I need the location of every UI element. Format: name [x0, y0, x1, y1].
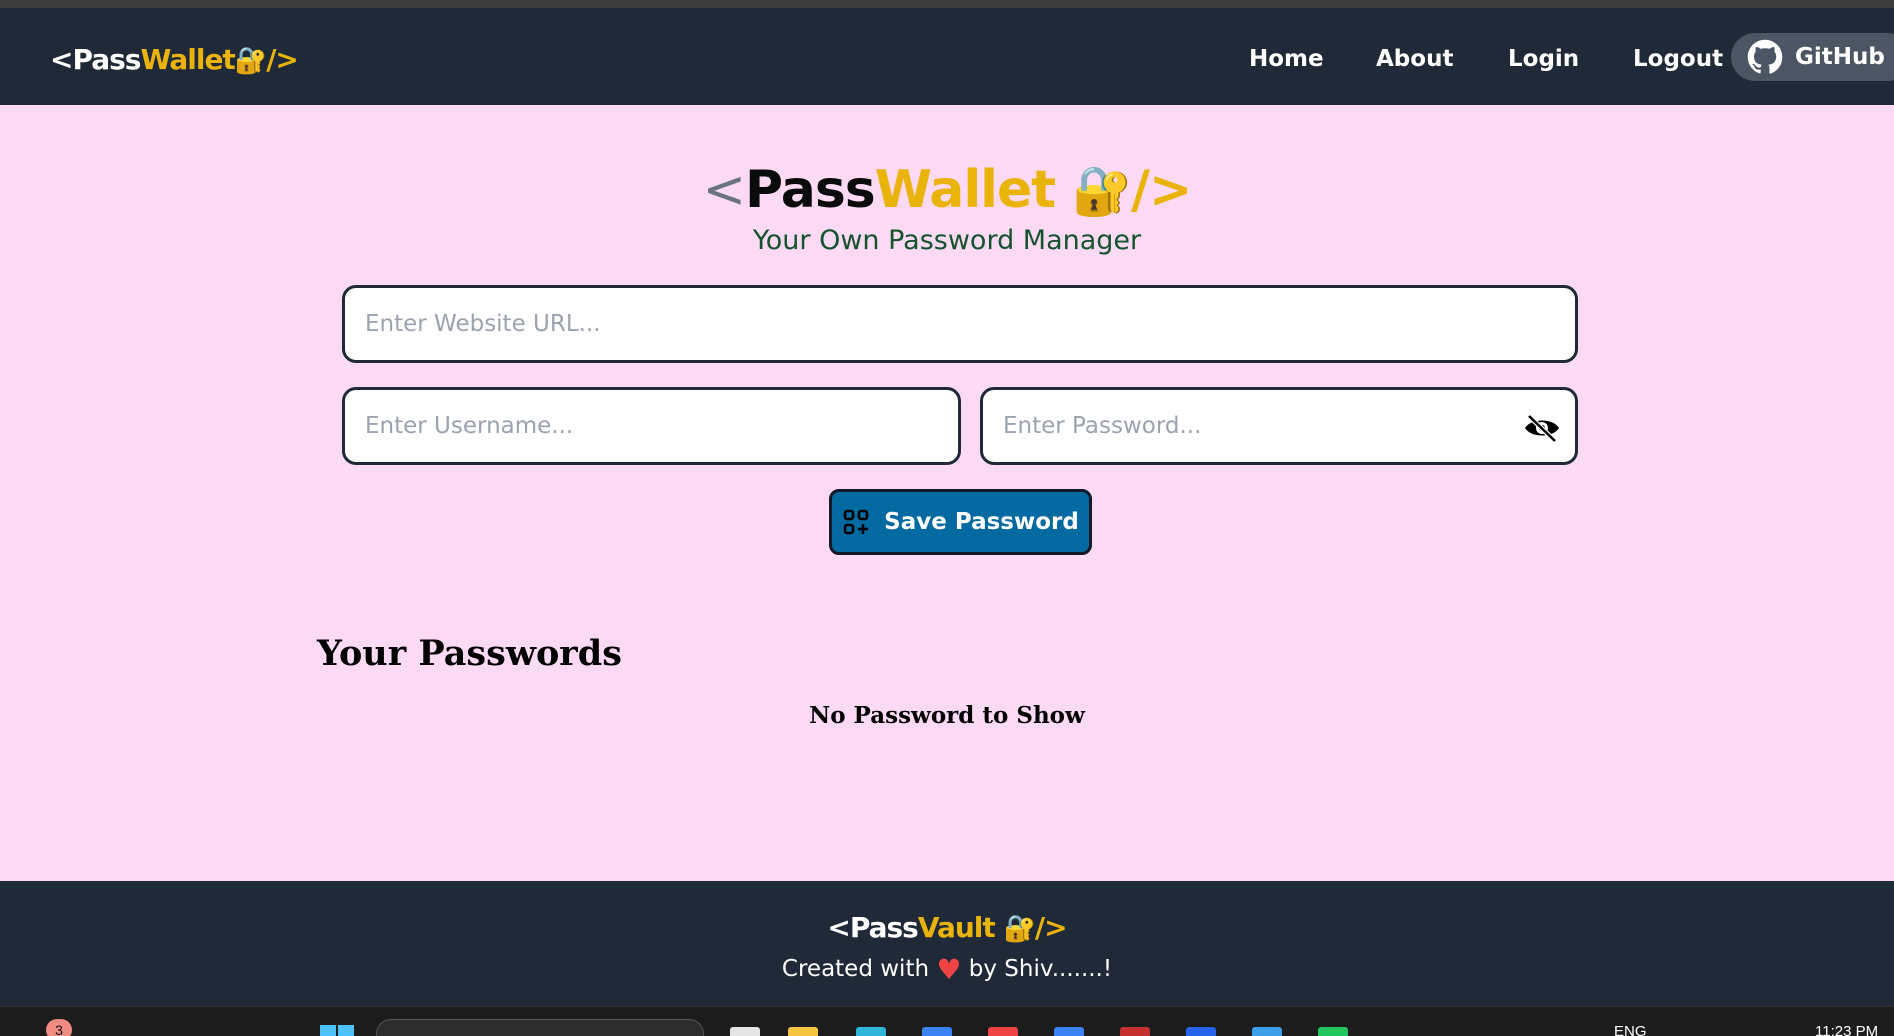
taskbar-search-box[interactable] — [376, 1019, 704, 1036]
taskbar-app-icon[interactable] — [1054, 1027, 1084, 1036]
system-clock[interactable]: 11:23 PM — [1815, 1023, 1878, 1036]
github-label: GitHub — [1795, 44, 1885, 70]
footer: <PassVault 🔐/> Created with ♥ by Shiv...… — [0, 881, 1894, 1006]
save-password-label: Save Password — [884, 509, 1079, 535]
logo-bracket-close: /> — [266, 43, 299, 76]
website-url-input[interactable] — [342, 285, 1578, 363]
page-title: <PassWallet 🔐/> — [0, 160, 1894, 220]
heart-icon: ♥ — [936, 953, 962, 986]
title-bracket-open: < — [702, 160, 746, 220]
eye-off-icon[interactable] — [1523, 413, 1561, 443]
taskbar-app-icon[interactable] — [922, 1027, 952, 1036]
nav-about-link[interactable]: About — [1376, 46, 1453, 72]
username-input[interactable] — [342, 387, 961, 465]
password-input[interactable] — [980, 387, 1578, 465]
chrome-browser-icon[interactable] — [988, 1027, 1018, 1036]
vscode-icon[interactable] — [1252, 1027, 1282, 1036]
footer-credit: Created with ♥ by Shiv.......! — [0, 953, 1894, 986]
browser-top-strip — [0, 0, 1894, 8]
notification-badge[interactable]: 3 — [46, 1019, 72, 1036]
logo-pass-text: Pass — [72, 43, 141, 76]
save-password-button[interactable]: Save Password — [829, 489, 1092, 555]
footer-lock-key-icon: 🔐 — [1003, 914, 1036, 944]
logo-bracket-open: < — [50, 43, 73, 76]
footer-vault-text: Vault — [917, 911, 996, 944]
navbar: <PassWallet🔐/> Home About Login Logout G… — [0, 8, 1894, 105]
title-lock-key-icon: 🔐 — [1072, 163, 1132, 219]
whatsapp-icon[interactable] — [1318, 1027, 1348, 1036]
github-button[interactable]: GitHub — [1731, 33, 1894, 81]
navbar-logo[interactable]: <PassWallet🔐/> — [50, 43, 299, 76]
nav-logout-link[interactable]: Logout — [1633, 46, 1723, 72]
empty-passwords-message: No Password to Show — [809, 702, 1085, 729]
add-grid-icon — [843, 509, 869, 535]
page-subtitle: Your Own Password Manager — [752, 225, 1142, 256]
language-indicator[interactable]: ENG — [1614, 1023, 1647, 1036]
title-bracket-close: /> — [1130, 160, 1193, 220]
taskbar-app-icon[interactable] — [1186, 1027, 1216, 1036]
github-icon — [1747, 39, 1783, 74]
file-explorer-icon[interactable] — [788, 1027, 818, 1036]
lock-key-icon: 🔐 — [234, 46, 267, 76]
title-pass-text: Pass — [745, 160, 876, 220]
title-wallet-text: Wallet — [874, 160, 1056, 220]
taskbar-app-icon[interactable] — [730, 1027, 760, 1036]
edge-browser-icon[interactable] — [856, 1027, 886, 1036]
footer-pass-text: Pass — [849, 911, 919, 944]
credit-prefix: Created with — [781, 956, 930, 982]
os-taskbar: 3 ENG 11:23 PM — [0, 1006, 1894, 1036]
passwords-heading: Your Passwords — [317, 633, 622, 674]
footer-logo: <PassVault 🔐/> — [0, 911, 1894, 944]
credit-suffix: by Shiv.......! — [968, 956, 1113, 982]
windows-start-icon[interactable] — [320, 1025, 354, 1036]
footer-bracket-open: < — [827, 911, 850, 944]
nav-login-link[interactable]: Login — [1508, 46, 1579, 72]
footer-bracket-close: /> — [1034, 911, 1068, 944]
logo-wallet-text: Wallet — [140, 43, 235, 76]
nav-home-link[interactable]: Home — [1249, 46, 1324, 72]
gmail-icon[interactable] — [1120, 1027, 1150, 1036]
